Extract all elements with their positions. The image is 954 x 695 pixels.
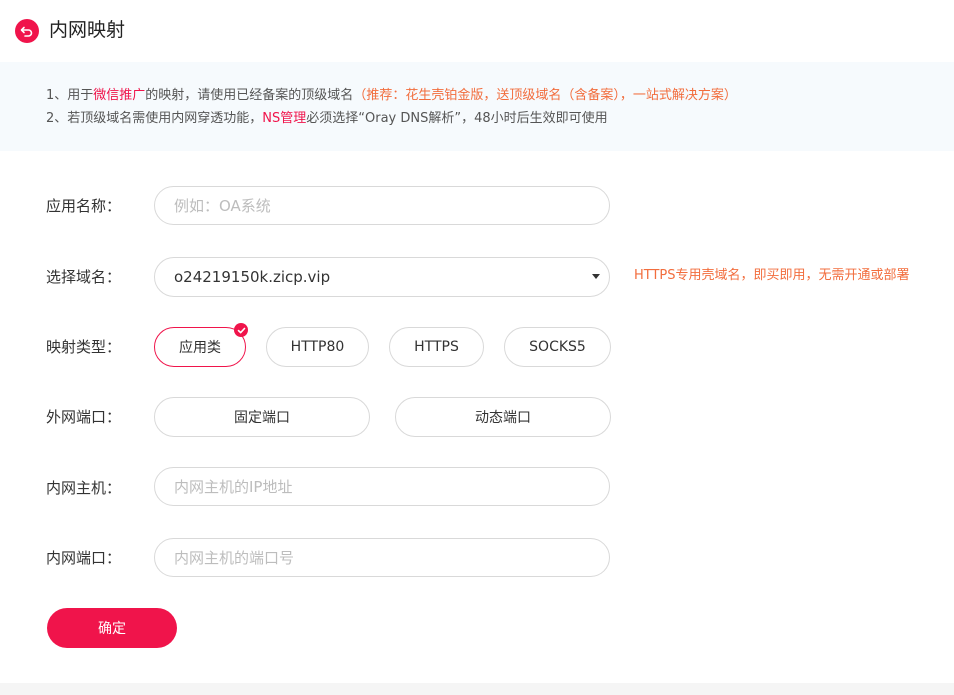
mapping-type-app-label: 应用类	[179, 340, 221, 356]
mapping-type-socks5[interactable]: SOCKS5	[504, 327, 611, 367]
fixed-port-label: 固定端口	[234, 410, 290, 426]
domain-label: 选择域名：	[46, 268, 122, 286]
notice-panel: 1、用于微信推广的映射，请使用已经备案的顶级域名（推荐：花生壳铂金版，送顶级域名…	[0, 62, 954, 151]
internal-port-label: 内网端口：	[46, 549, 122, 567]
internal-host-label: 内网主机：	[46, 479, 122, 497]
mapping-type-label: 映射类型：	[46, 338, 122, 356]
dynamic-port-option[interactable]: 动态端口	[395, 397, 611, 437]
app-name-input[interactable]	[154, 186, 610, 225]
mapping-type-http80-label: HTTP80	[290, 339, 345, 355]
external-port-label: 外网端口：	[46, 408, 122, 426]
notice-1-middle: 的映射，请使用已经备案的顶级域名	[145, 88, 354, 103]
mapping-type-http80[interactable]: HTTP80	[266, 327, 369, 367]
mapping-type-https[interactable]: HTTPS	[389, 327, 484, 367]
notice-line-1: 1、用于微信推广的映射，请使用已经备案的顶级域名（推荐：花生壳铂金版，送顶级域名…	[46, 87, 737, 105]
footer-band	[0, 683, 954, 695]
domain-selected-value: o24219150k.zicp.vip	[174, 268, 331, 286]
app-name-label: 应用名称：	[46, 197, 122, 215]
dynamic-port-label: 动态端口	[475, 410, 531, 426]
notice-2-suffix: 必须选择“Oray DNS解析”，48小时后生效即可使用	[306, 111, 608, 126]
mapping-type-https-label: HTTPS	[414, 339, 459, 355]
wechat-promo-link[interactable]: 微信推广	[93, 88, 145, 103]
mapping-type-app[interactable]: 应用类	[154, 323, 248, 367]
check-glyph	[237, 327, 245, 333]
page-header: 内网映射	[0, 0, 954, 62]
back-arrow-icon[interactable]	[15, 19, 39, 43]
confirm-button[interactable]: 确定	[47, 608, 177, 648]
notice-line-2: 2、若顶级域名需使用内网穿透功能，NS管理必须选择“Oray DNS解析”，48…	[46, 110, 608, 128]
domain-select[interactable]: o24219150k.zicp.vip	[154, 257, 610, 297]
internal-host-input[interactable]	[154, 467, 610, 506]
back-arrow-glyph	[20, 26, 33, 37]
caret-down-icon	[592, 274, 600, 279]
ns-manage-link[interactable]: NS管理	[262, 111, 306, 126]
mapping-type-socks5-label: SOCKS5	[529, 339, 586, 355]
notice-2-prefix: 2、若顶级域名需使用内网穿透功能，	[46, 111, 263, 126]
check-icon	[234, 323, 248, 337]
internal-port-input[interactable]	[154, 538, 610, 577]
page-title: 内网映射	[49, 19, 126, 41]
domain-hint-link[interactable]: HTTPS专用壳域名，即买即用，无需开通或部署	[634, 267, 910, 285]
fixed-port-option[interactable]: 固定端口	[154, 397, 370, 437]
notice-1-prefix: 1、用于	[46, 88, 94, 103]
recommend-link[interactable]: （推荐：花生壳铂金版，送顶级域名（含备案），一站式解决方案）	[353, 88, 737, 103]
